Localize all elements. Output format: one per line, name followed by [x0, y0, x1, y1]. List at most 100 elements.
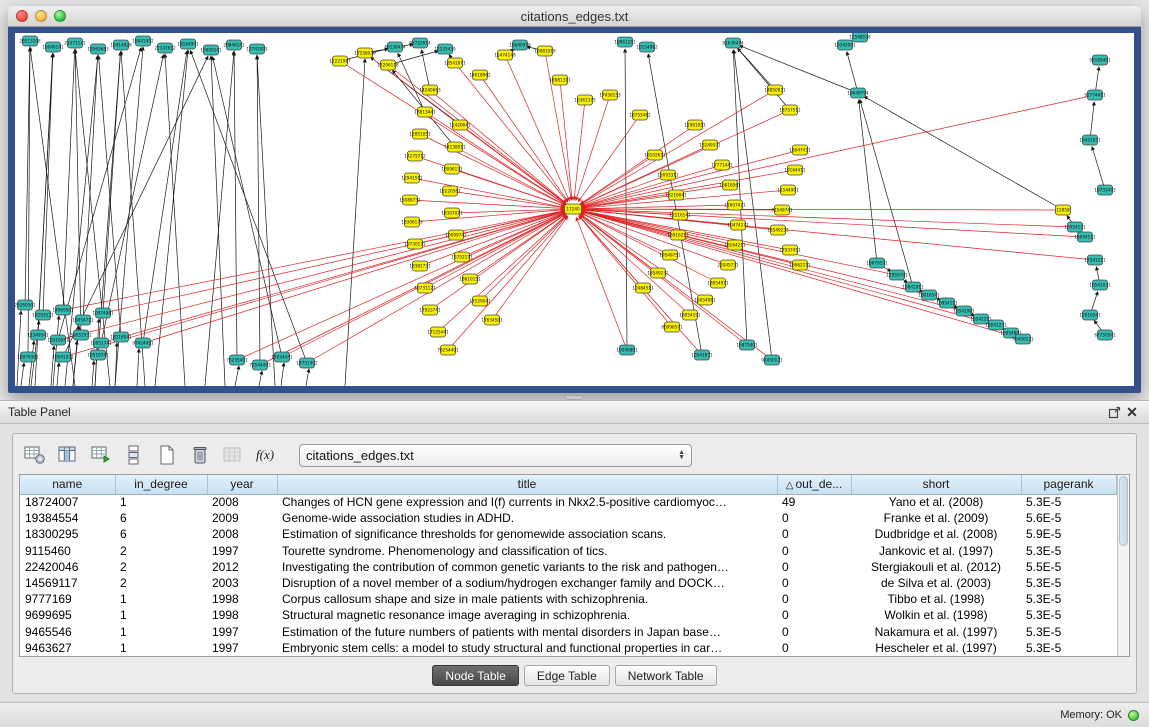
minimize-window-button[interactable]	[35, 10, 47, 22]
column-header-pagerank[interactable]: pagerank	[1021, 475, 1116, 494]
graph-node[interactable]: 16640910	[509, 40, 531, 50]
row-functions-icon[interactable]	[120, 442, 148, 468]
graph-node[interactable]: 10541931	[52, 352, 74, 362]
graph-node[interactable]: 18813441	[414, 107, 436, 117]
graph-node[interactable]: 10474271	[727, 220, 749, 230]
table-cell[interactable]: Franke et al. (2009)	[851, 510, 1021, 526]
table-cell[interactable]: Tibbo et al. (1998)	[851, 591, 1021, 607]
table-cell[interactable]: 2003	[207, 575, 277, 591]
graph-node[interactable]: 16954111	[936, 298, 958, 308]
graph-node[interactable]: 16193531	[32, 310, 54, 320]
citation-edge[interactable]	[83, 56, 98, 320]
graph-node[interactable]: 11544901	[777, 185, 799, 195]
table-cell[interactable]: 14569117	[20, 575, 115, 591]
graph-node[interactable]: 16046141	[42, 42, 64, 52]
citation-edge-highlighted[interactable]	[582, 209, 1063, 210]
table-cell[interactable]: 18300295	[20, 526, 115, 542]
graph-node[interactable]: 11961051	[684, 120, 706, 130]
citation-edge[interactable]	[75, 50, 81, 335]
table-cell[interactable]: 0	[777, 526, 851, 542]
graph-node[interactable]: 12941512	[401, 173, 423, 183]
graph-node[interactable]: 14240663	[419, 85, 441, 95]
citation-edge[interactable]	[165, 54, 185, 386]
close-window-button[interactable]	[16, 10, 28, 22]
citation-edge[interactable]	[17, 311, 21, 386]
table-cell[interactable]: Dudbridge et al. (2008)	[851, 526, 1021, 542]
graph-node[interactable]: 10541031	[1089, 280, 1111, 290]
column-header-in_degree[interactable]: in_degree	[115, 475, 207, 494]
graph-node[interactable]: 16816561	[719, 180, 741, 190]
table-cell[interactable]: 6	[115, 510, 207, 526]
delete-table-icon[interactable]	[186, 442, 214, 468]
citation-edge[interactable]	[847, 52, 858, 93]
graph-node[interactable]: 18094511	[1074, 232, 1096, 242]
graph-node[interactable]: 12484511	[632, 283, 654, 293]
citation-edge-highlighted[interactable]	[545, 51, 571, 200]
citation-edge[interactable]	[739, 46, 858, 93]
graph-node[interactable]: 17125441	[427, 327, 449, 337]
citation-edge[interactable]	[73, 341, 77, 386]
citation-edge[interactable]	[259, 371, 262, 386]
graph-node[interactable]: 16361375	[574, 95, 596, 105]
table-cell[interactable]: 5.3E-5	[1021, 607, 1116, 623]
graph-node[interactable]: 12125439	[434, 44, 456, 54]
table-scrollbar[interactable]	[1117, 475, 1130, 656]
table-row[interactable]: 1938455462009Genome-wide association stu…	[20, 510, 1116, 526]
citation-edge[interactable]	[733, 50, 747, 345]
graph-node[interactable]: 12116141	[669, 210, 691, 220]
table-cell[interactable]: 5.5E-5	[1021, 559, 1116, 575]
graph-node[interactable]: 26513108	[19, 36, 41, 46]
column-header-title[interactable]: title	[277, 475, 777, 494]
table-cell[interactable]: 0	[777, 559, 851, 575]
table-row[interactable]: 1830029562008Estimation of significance …	[20, 526, 1116, 542]
graph-node[interactable]: 21071141	[64, 38, 86, 48]
citation-edge-highlighted[interactable]	[237, 213, 565, 360]
graph-node[interactable]: 17923741	[419, 305, 441, 315]
graph-node[interactable]: 97424451	[132, 338, 154, 348]
table-cell[interactable]: 2012	[207, 559, 277, 575]
table-cell[interactable]: 1	[115, 591, 207, 607]
citation-edge-highlighted[interactable]	[63, 211, 564, 310]
graph-node[interactable]: 19316541	[47, 335, 69, 345]
table-cell[interactable]: Hescheler et al. (1997)	[851, 640, 1021, 656]
graph-node[interactable]: 19565683	[87, 44, 109, 54]
graph-node[interactable]: 16648794	[847, 88, 869, 98]
citation-edge-highlighted[interactable]	[576, 217, 627, 350]
graph-node[interactable]: 18216541	[110, 332, 132, 342]
citation-edge-highlighted[interactable]	[63, 212, 564, 357]
graph-node[interactable]: 12221987	[329, 56, 351, 66]
tab-network-table[interactable]: Network Table	[615, 665, 717, 686]
function-builder-icon[interactable]: f(x)	[252, 442, 280, 468]
citation-edge-highlighted[interactable]	[480, 215, 567, 301]
graph-node[interactable]: 76254401	[437, 345, 459, 355]
table-row[interactable]: 1456911722003Disruption of a novel membe…	[20, 575, 1116, 591]
network-canvas[interactable]: 2651310816046141210711411956568310414828…	[15, 33, 1134, 386]
citation-edge-highlighted[interactable]	[576, 95, 610, 200]
table-cell[interactable]: 0	[777, 607, 851, 623]
table-cell[interactable]: Jankovic et al. (1997)	[851, 543, 1021, 559]
citation-edge[interactable]	[860, 100, 913, 287]
citation-edge[interactable]	[57, 363, 59, 386]
table-cell[interactable]: 1	[115, 640, 207, 656]
graph-node[interactable]: 22045731	[717, 260, 739, 270]
graph-node[interactable]: 92450121	[1012, 334, 1034, 344]
table-cell[interactable]: 1997	[207, 543, 277, 559]
table-cell[interactable]: 0	[777, 591, 851, 607]
graph-node[interactable]: 13249571	[699, 140, 721, 150]
table-cell[interactable]: 5.9E-5	[1021, 526, 1116, 542]
column-header-year[interactable]: year	[207, 475, 277, 494]
graph-node[interactable]: 18164941	[177, 39, 199, 49]
graph-node[interactable]: 16041452	[132, 36, 154, 46]
table-cell[interactable]: Changes of HCN gene expression and I(f) …	[277, 494, 777, 510]
graph-node[interactable]: 16951741	[90, 338, 112, 348]
graph-node[interactable]: 18381731	[409, 261, 431, 271]
scrollbar-thumb[interactable]	[1119, 476, 1129, 546]
table-cell[interactable]: 0	[777, 543, 851, 559]
graph-node[interactable]: 18610151	[459, 274, 481, 284]
graph-node[interactable]: 81630474	[722, 38, 744, 48]
graph-node[interactable]: 17458153	[599, 90, 621, 100]
unassign-table-icon[interactable]	[219, 442, 247, 468]
table-cell[interactable]: 5.3E-5	[1021, 494, 1116, 510]
table-cell[interactable]: 2008	[207, 526, 277, 542]
graph-node[interactable]: 16954121	[1064, 222, 1086, 232]
